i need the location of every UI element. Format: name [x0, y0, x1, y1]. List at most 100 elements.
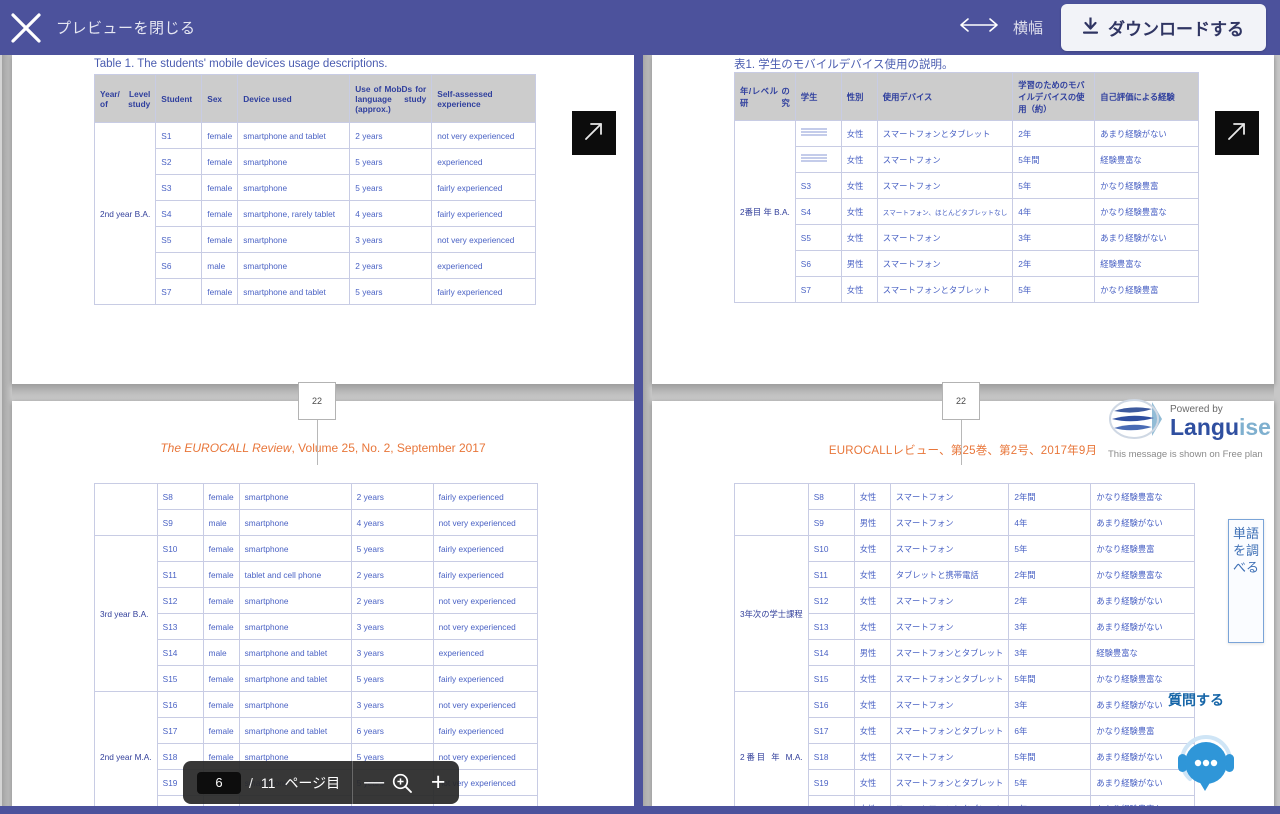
cell-device: smartphone	[238, 535, 352, 562]
magnifier-icon[interactable]	[387, 772, 417, 794]
row-group-label	[94, 483, 158, 536]
cell-sex: 女性	[840, 198, 878, 225]
cell-duration: 6 years	[350, 717, 434, 744]
bottom-accent-strip	[0, 806, 1280, 814]
current-page-input[interactable]	[197, 771, 241, 794]
cell-duration: 5年	[1008, 535, 1092, 562]
cell-sex: female	[201, 148, 239, 175]
page-marker-number: 22	[942, 382, 980, 420]
table-row: S15 female smartphone and tablet 5 years fai…	[95, 665, 538, 692]
col-header-sex: Sex	[201, 74, 239, 123]
redacted-student-id	[800, 154, 827, 163]
table-row: 2nd year M.A. S16 female smartphone 3 years n…	[94, 691, 538, 814]
table-row: S17 female smartphone and tablet 6 years fai…	[95, 717, 538, 744]
arrow-up-right-icon	[582, 119, 606, 148]
cell-experience: あまり経験がない	[1090, 509, 1196, 536]
page-separator: /	[249, 774, 253, 791]
cell-student-id: S8	[807, 483, 855, 510]
cell-experience: かなり経験豊富	[1094, 276, 1200, 303]
expand-translated-page1-button[interactable]	[1215, 111, 1259, 155]
cell-student-id: S4	[155, 200, 203, 227]
cell-experience: fairly experienced	[432, 535, 538, 562]
cell-experience: fairly experienced	[431, 200, 537, 227]
cell-student-id: S10	[156, 535, 204, 562]
table-caption: Table 1. The students' mobile devices us…	[94, 58, 388, 70]
cell-student-id: S13	[156, 613, 204, 640]
cell-experience: 経験豊富な	[1094, 146, 1200, 173]
cell-device: tablet and cell phone	[238, 561, 352, 588]
horizontal-arrows-icon	[957, 16, 1001, 39]
table-row: S11 female tablet and cell phone 2 years fai…	[95, 561, 538, 588]
cell-device: smartphone and tablet	[237, 122, 351, 149]
zoom-out-button[interactable]: —	[361, 771, 387, 794]
word-lookup-tab[interactable]: 単語を調べる	[1228, 519, 1264, 643]
left-edge-divider	[0, 55, 2, 814]
cell-sex: 女性	[840, 172, 878, 199]
cell-student-id: S11	[156, 561, 204, 588]
cell-device: スマートフォン	[876, 224, 1014, 251]
download-button[interactable]: ダウンロードする	[1061, 4, 1266, 51]
cell-duration: 3 years	[350, 613, 434, 640]
table-row: S8 女性 スマートフォン 2年間 かなり経験豊富な	[734, 483, 1196, 536]
cell-device: smartphone	[237, 226, 351, 253]
row-group-label: 2番目 年 B.A.	[734, 120, 796, 303]
cell-student-id: S12	[156, 587, 204, 614]
cell-duration: 5年	[1008, 769, 1092, 796]
cell-device: smartphone	[237, 252, 351, 279]
cell-duration: 2 years	[349, 252, 433, 279]
cell-experience: かなり経験豊富な	[1090, 665, 1196, 692]
cell-experience: experienced	[431, 252, 537, 279]
cell-sex: 男性	[853, 639, 891, 666]
cell-sex: 男性	[853, 509, 891, 536]
cell-duration: 2年間	[1008, 483, 1092, 510]
preview-toolbar: プレビューを閉じる 横幅 ダウンロードする	[0, 0, 1280, 55]
pane-divider[interactable]	[634, 55, 643, 814]
table-row: S3 女性 スマートフォン 5年 かなり経験豊富	[735, 172, 1200, 199]
cell-duration: 4 years	[349, 200, 433, 227]
close-icon	[9, 11, 43, 45]
table-row: S6 男性 スマートフォン 2年 経験豊富な	[735, 250, 1200, 277]
cell-duration: 2年間	[1008, 561, 1092, 588]
fit-width-button[interactable]: 横幅	[957, 16, 1043, 39]
cell-device: smartphone	[238, 587, 352, 614]
cell-duration: 5 years	[349, 278, 433, 305]
cell-student-id: S5	[794, 224, 842, 251]
cell-student-id: S9	[807, 509, 855, 536]
table-row: 女性 スマートフォン 5年間 経験豊富な	[735, 146, 1200, 173]
cell-experience: あまり経験がない	[1090, 587, 1196, 614]
cell-device: smartphone and tablet	[238, 717, 352, 744]
cell-duration: 4年	[1012, 198, 1096, 225]
cell-student-id: S15	[807, 665, 855, 692]
cell-duration: 4 years	[350, 509, 434, 536]
close-preview-button[interactable]	[0, 0, 52, 55]
pager-divider	[352, 761, 354, 804]
total-pages-label: 11	[260, 774, 276, 791]
cell-sex: 女性	[853, 613, 891, 640]
cell-experience: かなり経験豊富	[1094, 172, 1200, 199]
translated-page-22: 表1. 学生のモバイルデバイス使用の説明。 年/レベル の 研究 学生 性別 使…	[652, 55, 1274, 384]
expand-original-page1-button[interactable]	[572, 111, 616, 155]
cell-student-id: S7	[155, 278, 203, 305]
col-header-year-level: 年/レベル の 研究	[734, 72, 796, 121]
cell-sex: female	[202, 691, 240, 718]
cell-sex: female	[201, 122, 239, 149]
cell-experience: fairly experienced	[432, 483, 538, 510]
page-marker-stem	[960, 420, 962, 465]
original-document-pane[interactable]: Table 1. The students' mobile devices us…	[0, 55, 640, 814]
chat-bot-button[interactable]	[1172, 727, 1240, 795]
cell-duration: 2年	[1012, 250, 1096, 277]
cell-device: smartphone	[238, 483, 352, 510]
translated-page-marker: 22	[942, 382, 980, 465]
cell-sex: female	[201, 278, 239, 305]
languise-brand-label: Languise	[1170, 415, 1271, 439]
cell-student-id: S16	[156, 691, 204, 718]
cell-duration: 2 years	[350, 587, 434, 614]
col-header-student: 学生	[794, 72, 842, 121]
row-group-label: 2nd year M.A.	[94, 691, 158, 814]
cell-student-id: S17	[156, 717, 204, 744]
cell-student-id: S14	[807, 639, 855, 666]
zoom-in-button[interactable]: +	[421, 768, 455, 797]
document-comparison-workspace: Table 1. The students' mobile devices us…	[0, 55, 1280, 814]
cell-sex: female	[202, 483, 240, 510]
page-unit-label: ページ目	[284, 774, 341, 791]
